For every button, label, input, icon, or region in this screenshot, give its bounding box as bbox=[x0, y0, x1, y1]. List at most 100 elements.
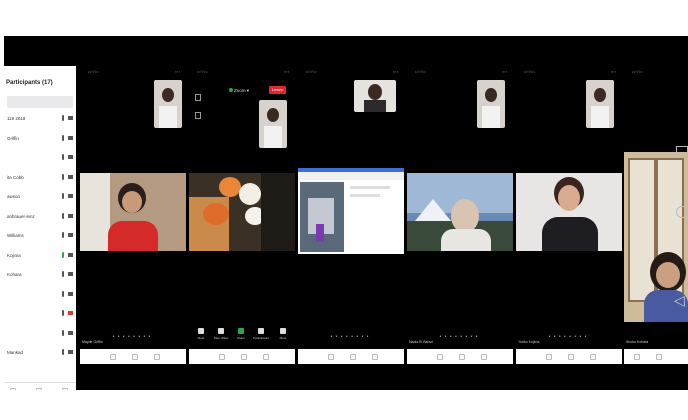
video-camera-icon[interactable] bbox=[68, 291, 73, 296]
microphone-icon[interactable] bbox=[62, 154, 64, 160]
video-camera-icon[interactable] bbox=[68, 135, 73, 140]
nav-bar bbox=[80, 349, 186, 364]
participant-row[interactable] bbox=[4, 329, 76, 339]
video-camera-icon[interactable] bbox=[68, 233, 73, 237]
self-view-thumbnail bbox=[477, 80, 505, 128]
participants-button[interactable]: Participants bbox=[253, 328, 269, 340]
participant-row[interactable]: awson bbox=[4, 192, 76, 202]
microphone-icon[interactable] bbox=[62, 115, 64, 121]
microphone-icon[interactable] bbox=[62, 290, 64, 297]
nav-recent-button[interactable] bbox=[62, 388, 68, 390]
participant-row[interactable] bbox=[4, 290, 76, 300]
self-view-thumbnail bbox=[154, 80, 182, 128]
nav-back-button[interactable] bbox=[546, 354, 552, 360]
nav-recent-button[interactable] bbox=[590, 354, 596, 360]
camera-switch-icon[interactable] bbox=[195, 112, 201, 119]
nav-bar bbox=[189, 349, 295, 364]
microphone-icon[interactable] bbox=[62, 232, 64, 238]
video-camera-icon[interactable] bbox=[68, 311, 73, 315]
video-camera-icon[interactable] bbox=[68, 194, 73, 198]
microphone-icon bbox=[198, 328, 204, 334]
stop-video-button[interactable]: Stop Video bbox=[213, 328, 229, 340]
nav-recent-button[interactable] bbox=[372, 354, 378, 360]
microphone-icon[interactable] bbox=[62, 329, 64, 336]
nav-recent-button[interactable] bbox=[263, 354, 269, 360]
nav-back-button[interactable] bbox=[437, 354, 443, 360]
participant-row[interactable] bbox=[4, 153, 76, 163]
speaker-video bbox=[407, 173, 513, 251]
microphone-icon[interactable] bbox=[62, 193, 64, 199]
participant-row[interactable] bbox=[4, 309, 76, 319]
video-camera-icon[interactable] bbox=[68, 116, 73, 120]
status-battery: ▪▪ ▪ bbox=[393, 70, 398, 74]
square-icon[interactable] bbox=[676, 146, 688, 158]
speaker-name: Shoko Kohara bbox=[626, 340, 649, 344]
share-button[interactable]: Share bbox=[233, 328, 249, 340]
participant-name: awson bbox=[7, 194, 21, 199]
shield-icon bbox=[229, 88, 233, 92]
participant-row[interactable]: Griffin bbox=[4, 134, 76, 144]
speaker-name: Nadia El Barad bbox=[409, 340, 433, 344]
participant-row[interactable]: 119 2018 bbox=[4, 114, 76, 124]
microphone-icon[interactable] bbox=[62, 212, 64, 219]
nav-home-button[interactable] bbox=[36, 388, 42, 390]
nav-home-button[interactable] bbox=[241, 354, 247, 360]
participant-name: 119 2018 bbox=[7, 116, 26, 121]
nav-back-button[interactable] bbox=[634, 354, 640, 360]
nav-home-button[interactable] bbox=[459, 354, 465, 360]
self-view-thumbnail bbox=[354, 80, 396, 112]
participant-name: ita Cobb bbox=[7, 174, 24, 180]
participant-row[interactable]: Kojima bbox=[4, 251, 76, 261]
nav-home-button[interactable] bbox=[656, 354, 662, 360]
nav-home-button[interactable] bbox=[568, 354, 574, 360]
participants-panel: Participants (17) 119 2018 Griffin ita Cob… bbox=[4, 66, 76, 390]
participant-row[interactable]: Kohara bbox=[4, 270, 76, 280]
participant-row[interactable]: ita Cobb bbox=[4, 173, 76, 183]
audio-camera-switch[interactable] bbox=[195, 88, 209, 119]
video-camera-icon[interactable] bbox=[68, 174, 73, 179]
participants-search-input[interactable] bbox=[7, 96, 73, 108]
more-dots-icon bbox=[280, 328, 286, 334]
nav-back-button[interactable] bbox=[110, 354, 116, 360]
more-button[interactable]: More bbox=[275, 328, 291, 340]
leave-button[interactable]: Leave bbox=[269, 86, 286, 94]
participant-name: Williams bbox=[7, 233, 24, 238]
speaker-video bbox=[80, 173, 186, 251]
microphone-icon[interactable] bbox=[62, 173, 64, 180]
nav-home-button[interactable] bbox=[132, 354, 138, 360]
nav-home-button[interactable] bbox=[350, 354, 356, 360]
microphone-icon[interactable] bbox=[62, 349, 64, 355]
status-battery: ▪▪ ▪ bbox=[175, 70, 180, 74]
video-camera-icon[interactable] bbox=[68, 213, 73, 218]
microphone-icon[interactable] bbox=[62, 134, 64, 141]
microphone-icon[interactable] bbox=[62, 271, 64, 277]
microphone-icon[interactable] bbox=[62, 251, 64, 258]
nav-recent-button[interactable] bbox=[481, 354, 487, 360]
back-triangle-icon[interactable]: ◁ bbox=[674, 292, 685, 309]
status-bar: •:•"•"•:• bbox=[524, 70, 535, 74]
phone-column-3: •:•"•"•:• ▪▪ ▪ • • • • • • • • bbox=[298, 66, 404, 390]
nav-back-button[interactable] bbox=[328, 354, 334, 360]
nav-bar bbox=[298, 349, 404, 364]
participant-row[interactable]: Mankad bbox=[4, 348, 76, 358]
speaker-name: Mayde Griffin bbox=[82, 340, 103, 344]
video-camera-icon[interactable] bbox=[68, 330, 73, 335]
self-view-thumbnail bbox=[586, 80, 614, 128]
video-camera-icon[interactable] bbox=[68, 350, 73, 354]
participant-row[interactable]: anbrauer-lenz bbox=[4, 212, 76, 222]
mute-button[interactable]: Mute bbox=[193, 328, 209, 340]
speaker-icon[interactable] bbox=[195, 94, 201, 101]
video-camera-icon[interactable] bbox=[68, 155, 73, 159]
circle-icon[interactable] bbox=[676, 206, 688, 218]
status-bar: •:•"•"•:• bbox=[197, 70, 208, 74]
microphone-icon[interactable] bbox=[62, 310, 64, 316]
zoom-menu[interactable]: Zoom ▾ bbox=[229, 88, 249, 94]
participant-name: Kojima bbox=[7, 252, 21, 258]
status-bar: •:•"•"•:• bbox=[306, 70, 317, 74]
nav-back-button[interactable] bbox=[219, 354, 225, 360]
nav-back-button[interactable] bbox=[10, 388, 16, 390]
nav-recent-button[interactable] bbox=[154, 354, 160, 360]
video-camera-icon[interactable] bbox=[68, 252, 73, 257]
participant-row[interactable]: Williams bbox=[4, 231, 76, 241]
video-camera-icon[interactable] bbox=[68, 272, 73, 276]
